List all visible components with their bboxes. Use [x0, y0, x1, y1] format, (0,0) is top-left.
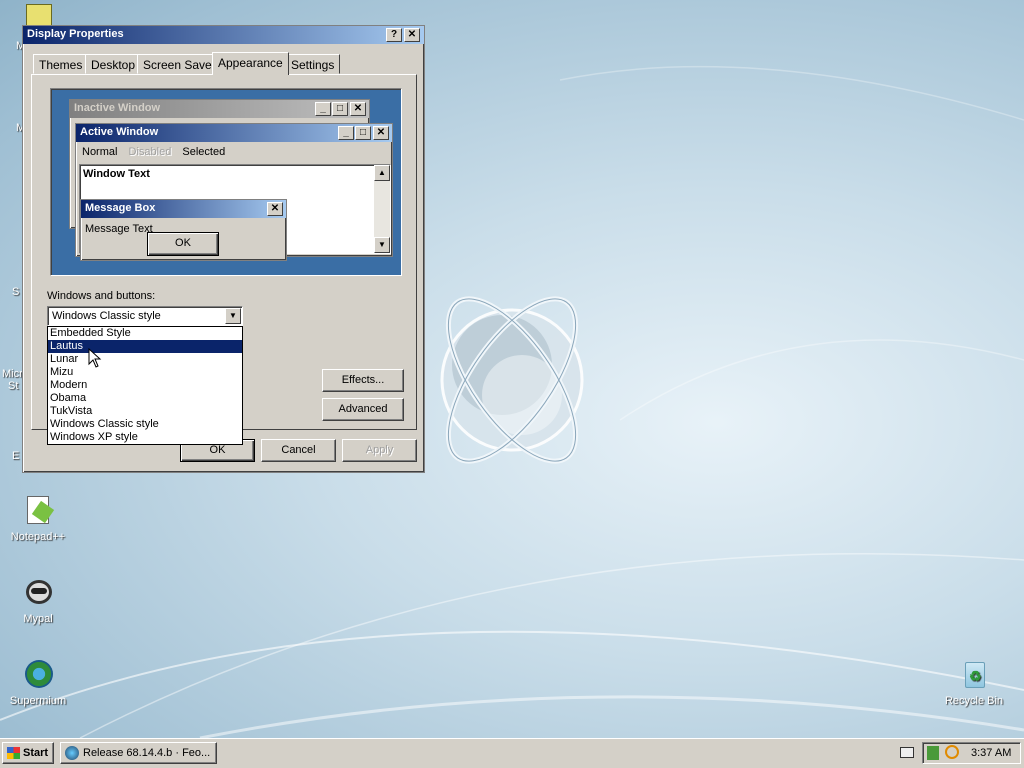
option-modern[interactable]: Modern — [48, 379, 242, 392]
chevron-down-icon[interactable]: ▼ — [225, 308, 241, 324]
close-icon: ✕ — [350, 102, 366, 116]
preview-menu-bar: Normal Disabled Selected — [80, 146, 225, 162]
option-obama[interactable]: Obama — [48, 392, 242, 405]
close-icon: ✕ — [373, 126, 389, 140]
tab-appearance[interactable]: Appearance — [212, 52, 289, 75]
preview-inactive-titlebar: Inactive Window _ □ ✕ — [70, 100, 369, 118]
desktop-icon-label: Recycle Bin — [944, 695, 1004, 707]
preview-scrollbar: ▲ ▼ — [374, 165, 390, 253]
windows-logo-icon — [7, 747, 20, 759]
cancel-button[interactable]: Cancel — [261, 439, 336, 462]
tab-strip: Themes Desktop Screen Saver Appearance S… — [31, 52, 421, 76]
desktop-icon-label: Supermium — [9, 695, 67, 707]
start-button[interactable]: Start — [2, 742, 54, 764]
taskbar-item-label: Release 68.14.4.b · Feo... — [83, 747, 211, 759]
close-button[interactable]: ✕ — [404, 28, 420, 42]
search-icon[interactable] — [945, 745, 959, 759]
close-icon: ✕ — [407, 29, 417, 40]
option-tukvista[interactable]: TukVista — [48, 405, 242, 418]
close-icon: ✕ — [267, 202, 283, 216]
windows-buttons-label: Windows and buttons: — [47, 290, 156, 302]
desktop-icon-supermium[interactable]: Supermium — [0, 658, 76, 707]
supermium-icon — [21, 658, 55, 692]
scroll-down-icon: ▼ — [374, 237, 390, 253]
option-lautus[interactable]: Lautus — [48, 340, 242, 353]
preview-msgbox-ok: OK — [147, 232, 219, 256]
browser-icon — [65, 746, 79, 760]
desktop-icon-label: E — [12, 450, 20, 462]
clock[interactable]: 3:37 AM — [971, 747, 1011, 759]
preview-window-text: Window Text — [83, 168, 150, 180]
appearance-preview: Inactive Window _ □ ✕ Active Window _ □ … — [50, 88, 402, 276]
preview-message-box: Message Box ✕ Message Text OK — [80, 199, 287, 261]
minimize-icon: _ — [338, 126, 354, 140]
advanced-button[interactable]: Advanced — [322, 398, 404, 421]
display-properties-window: Display Properties ? ✕ Themes Desktop Sc… — [22, 25, 425, 473]
desktop-icon-mypal[interactable]: Mypal — [0, 576, 76, 625]
window-title: Display Properties — [27, 28, 124, 40]
desktop-icon-label: Mypal — [23, 613, 53, 625]
appearance-tab-page: Inactive Window _ □ ✕ Active Window _ □ … — [31, 74, 417, 445]
desktop-icon-notepadpp[interactable]: Notepad++ — [0, 494, 76, 543]
preview-active-titlebar: Active Window _ □ ✕ — [76, 124, 392, 142]
maximize-icon: □ — [355, 126, 371, 140]
globe-logo — [440, 296, 584, 464]
taskbar: Start Release 68.14.4.b · Feo... 3:37 AM — [0, 738, 1024, 768]
preview-menu-disabled: Disabled — [128, 146, 172, 158]
apply-button[interactable]: Apply — [342, 439, 417, 462]
select-value: Windows Classic style — [52, 310, 161, 322]
desktop-icon-recycle-bin[interactable]: ♻ Recycle Bin — [936, 658, 1012, 707]
title-bar: Display Properties ? ✕ — [23, 26, 424, 44]
tab-settings[interactable]: Settings — [285, 54, 341, 74]
tab-themes[interactable]: Themes — [33, 54, 89, 74]
mouse-cursor-icon — [88, 348, 102, 368]
network-icon[interactable] — [927, 746, 939, 760]
preview-menu-selected: Selected — [182, 146, 226, 158]
desktop-icon-label: Micr — [2, 368, 23, 380]
option-lunar[interactable]: Lunar — [48, 353, 242, 366]
maximize-icon: □ — [332, 102, 348, 116]
keyboard-icon[interactable] — [900, 747, 914, 758]
notepadpp-icon — [21, 494, 55, 528]
start-label: Start — [23, 747, 49, 759]
preview-active-title: Active Window — [80, 126, 159, 138]
option-embedded-style[interactable]: Embedded Style — [48, 327, 242, 340]
preview-msgbox-titlebar: Message Box ✕ — [81, 200, 286, 218]
windows-buttons-select[interactable]: Windows Classic style ▼ — [47, 306, 243, 326]
option-windows-xp-style[interactable]: Windows XP style — [48, 431, 242, 444]
windows-buttons-dropdown: Embedded Style Lautus Lunar Mizu Modern … — [47, 326, 243, 445]
desktop-icon-label: Notepad++ — [10, 531, 66, 543]
effects-button[interactable]: Effects... — [322, 369, 404, 392]
recycle-bin-icon: ♻ — [957, 658, 991, 692]
option-mizu[interactable]: Mizu — [48, 366, 242, 379]
help-button[interactable]: ? — [386, 28, 402, 42]
preview-menu-normal: Normal — [82, 146, 118, 158]
preview-inactive-title: Inactive Window — [74, 102, 161, 114]
tab-desktop[interactable]: Desktop — [85, 54, 142, 74]
scroll-up-icon: ▲ — [374, 165, 390, 181]
system-tray: 3:37 AM — [922, 742, 1021, 764]
desktop-icon-label: S — [12, 286, 20, 298]
preview-msgbox-text: Message Text — [85, 223, 153, 235]
taskbar-item-release[interactable]: Release 68.14.4.b · Feo... — [60, 742, 217, 764]
tab-screen-saver[interactable]: Screen Saver — [137, 54, 222, 74]
minimize-icon: _ — [315, 102, 331, 116]
mypal-icon — [21, 576, 55, 610]
preview-msgbox-title: Message Box — [85, 202, 156, 214]
option-windows-classic-style[interactable]: Windows Classic style — [48, 418, 242, 431]
desktop-icon-label: St — [8, 380, 19, 392]
